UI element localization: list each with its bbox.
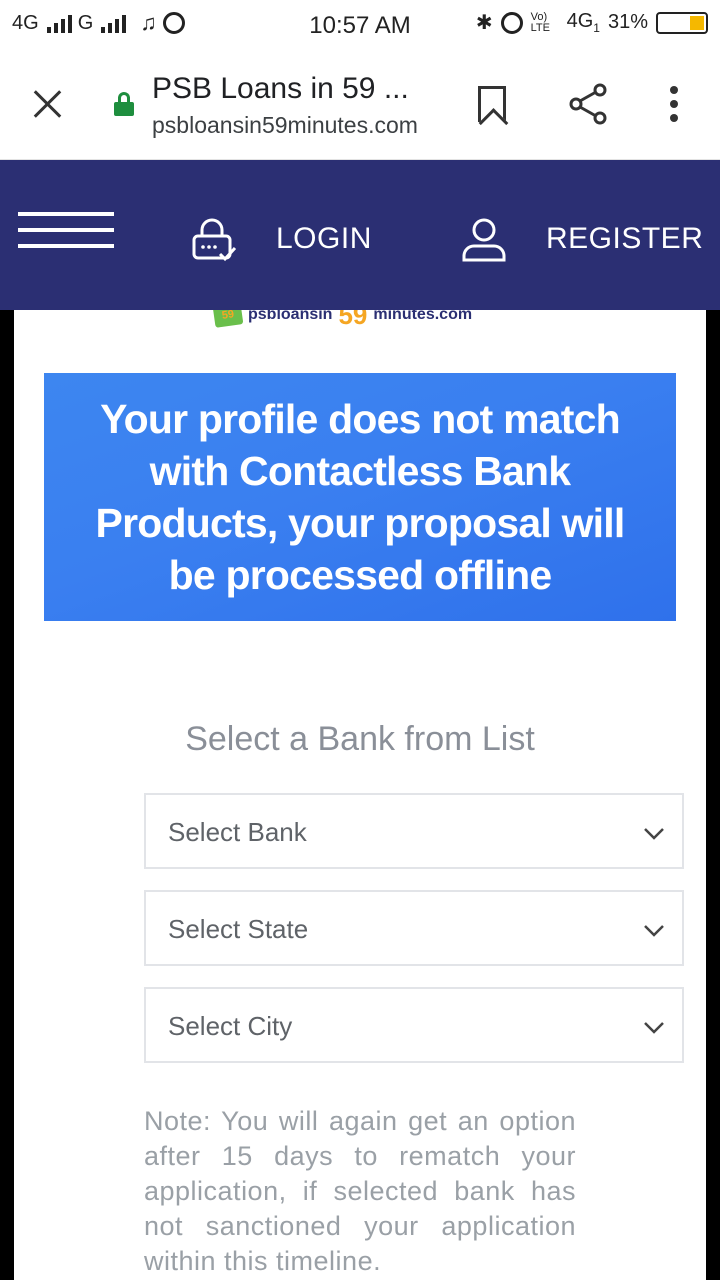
banner-message: Your profile does not match with Contact… bbox=[95, 396, 626, 598]
content-card: 59 psbloansin 59 minutes.com Your profil… bbox=[14, 310, 706, 1280]
login-link[interactable]: LOGIN bbox=[276, 222, 372, 256]
site-nav: LOGIN REGISTER bbox=[0, 160, 720, 310]
chevron-down-icon bbox=[644, 925, 664, 937]
status-right: ✱ Vo) LTE 4G1 31% bbox=[476, 10, 708, 35]
chevron-down-icon bbox=[644, 828, 664, 840]
city-select-value: Select City bbox=[168, 1011, 293, 1041]
logo-number: 59 bbox=[338, 310, 368, 330]
bookmark-icon[interactable] bbox=[478, 86, 506, 122]
lock-icon[interactable] bbox=[114, 92, 134, 116]
rematch-note: Note: You will again get an option after… bbox=[144, 1106, 576, 1276]
bluetooth-icon: ✱ bbox=[475, 12, 493, 34]
bank-select-dropdown[interactable]: Select Bank bbox=[144, 793, 684, 869]
page-title[interactable]: PSB Loans in 59 ... bbox=[152, 72, 409, 106]
user-icon[interactable] bbox=[460, 216, 508, 264]
share-icon[interactable] bbox=[566, 82, 610, 126]
city-select-dropdown[interactable]: Select City bbox=[144, 987, 684, 1063]
bank-select-heading: Select a Bank from List bbox=[185, 720, 535, 758]
page-url[interactable]: psbloansin59minutes.com bbox=[152, 112, 432, 139]
network-type-4g: 4G1 bbox=[566, 10, 600, 35]
hamburger-icon[interactable] bbox=[18, 212, 114, 252]
status-banner: Your profile does not match with Contact… bbox=[44, 373, 676, 621]
login-lock-icon[interactable] bbox=[190, 216, 238, 264]
register-link[interactable]: REGISTER bbox=[546, 222, 703, 256]
page-area: 59 psbloansin 59 minutes.com Your profil… bbox=[0, 310, 720, 1280]
logo-text-left: psbloansin bbox=[248, 310, 333, 323]
logo-badge: 59 bbox=[212, 310, 244, 328]
volte-label: Vo) LTE bbox=[530, 10, 550, 34]
bank-select-value: Select Bank bbox=[168, 817, 307, 847]
state-select-value: Select State bbox=[168, 914, 309, 944]
status-bar: 4G G ♫ 10:57 AM ✱ Vo) LTE 4G1 31% bbox=[0, 0, 720, 52]
alarm-icon bbox=[500, 11, 523, 34]
chevron-down-icon bbox=[644, 1022, 664, 1034]
battery-icon bbox=[656, 11, 708, 34]
battery-percent: 31% bbox=[607, 11, 648, 33]
site-logo[interactable]: 59 psbloansin 59 minutes.com bbox=[212, 310, 473, 330]
logo-text-right: minutes.com bbox=[373, 310, 473, 323]
close-icon[interactable] bbox=[30, 86, 66, 122]
state-select-dropdown[interactable]: Select State bbox=[144, 890, 684, 966]
browser-toolbar: PSB Loans in 59 ... psbloansin59minutes.… bbox=[0, 52, 720, 160]
more-vert-icon[interactable] bbox=[664, 86, 684, 126]
